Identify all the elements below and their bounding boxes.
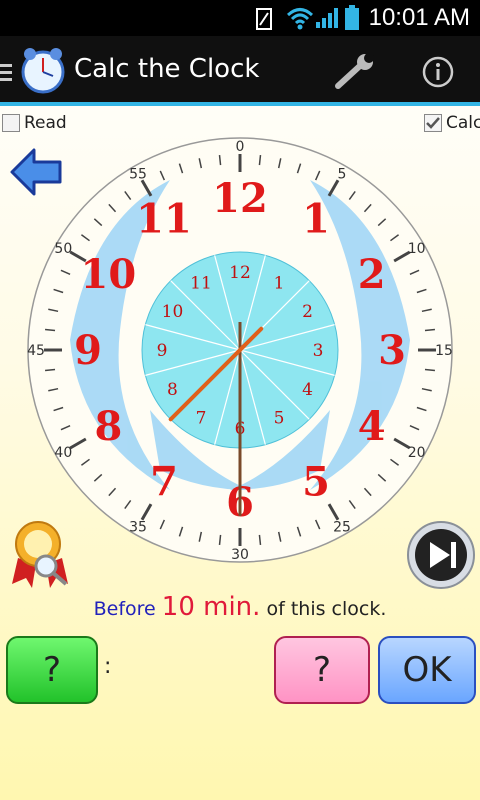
- ok-button[interactable]: OK: [378, 636, 476, 704]
- sim-icon: [256, 8, 272, 30]
- minute-tick: [424, 328, 436, 332]
- minute-tick: [44, 328, 56, 332]
- time-separator: :: [104, 654, 112, 679]
- settings-wrench-icon[interactable]: [332, 54, 376, 90]
- minute-label: 10: [408, 241, 426, 257]
- signal-icon: [316, 8, 338, 28]
- minute-label: 5: [338, 166, 347, 182]
- minute-label: 35: [129, 520, 147, 536]
- question-suffix: of this clock.: [266, 598, 387, 620]
- minute-tick: [218, 154, 222, 166]
- hour-answer-button[interactable]: ?: [6, 636, 98, 704]
- minute-label: 55: [129, 166, 147, 182]
- minute-answer-button[interactable]: ?: [274, 636, 370, 704]
- app-title: Calc the Clock: [74, 54, 260, 84]
- inner-numeral: 10: [162, 302, 184, 322]
- hour-numeral: 12: [212, 175, 268, 222]
- hour-numeral: 5: [302, 459, 330, 506]
- hour-numeral: 2: [358, 251, 386, 298]
- status-bar: 10:01 AM: [0, 0, 480, 36]
- inner-numeral: 11: [190, 273, 212, 293]
- inner-numeral: 1: [274, 273, 285, 293]
- minute-tick: [424, 368, 436, 372]
- inner-numeral: 2: [302, 302, 313, 322]
- minute-label: 0: [236, 139, 245, 155]
- clock-face[interactable]: 0510152025303540455055 121234567891011 1…: [0, 110, 480, 590]
- hour-numeral: 11: [136, 195, 192, 242]
- app-bar: Calc the Clock: [0, 36, 480, 106]
- hour-numeral: 10: [81, 251, 137, 298]
- medal-search-icon[interactable]: [8, 518, 70, 588]
- inner-numeral: 5: [274, 409, 285, 429]
- hour-numeral: 4: [358, 403, 386, 450]
- inner-numeral: 7: [196, 409, 207, 429]
- minute-label: 15: [435, 343, 453, 359]
- minute-tick: [218, 534, 222, 546]
- minute-tick: [44, 368, 56, 372]
- inner-numeral: 12: [229, 263, 251, 283]
- menu-icon[interactable]: [0, 62, 14, 82]
- inner-numeral: 4: [302, 380, 313, 400]
- question-value: 10 min.: [161, 592, 261, 622]
- status-time: 10:01 AM: [368, 4, 470, 31]
- wifi-icon: [286, 8, 314, 30]
- hour-numeral: 1: [302, 195, 330, 242]
- minute-tick: [258, 534, 262, 546]
- question-prefix: Before: [93, 598, 156, 620]
- hour-numeral: 7: [150, 459, 178, 506]
- minute-label: 40: [54, 445, 72, 461]
- skip-next-button[interactable]: [406, 520, 476, 590]
- inner-numeral: 9: [157, 341, 168, 361]
- minute-label: 30: [231, 547, 249, 563]
- minute-label: 45: [27, 343, 45, 359]
- hour-numeral: 3: [378, 327, 406, 374]
- question-caption: Before 10 min. of this clock.: [0, 592, 480, 622]
- info-icon[interactable]: [422, 56, 454, 88]
- minute-tick: [258, 154, 262, 166]
- app-clock-icon: [21, 48, 65, 94]
- battery-icon: [345, 5, 359, 30]
- inner-numeral: 8: [167, 380, 178, 400]
- minute-label: 25: [333, 520, 351, 536]
- minute-label: 20: [408, 445, 426, 461]
- inner-numeral: 3: [313, 341, 324, 361]
- hour-numeral: 9: [74, 327, 102, 374]
- hour-numeral: 8: [94, 403, 122, 450]
- minute-label: 50: [54, 241, 72, 257]
